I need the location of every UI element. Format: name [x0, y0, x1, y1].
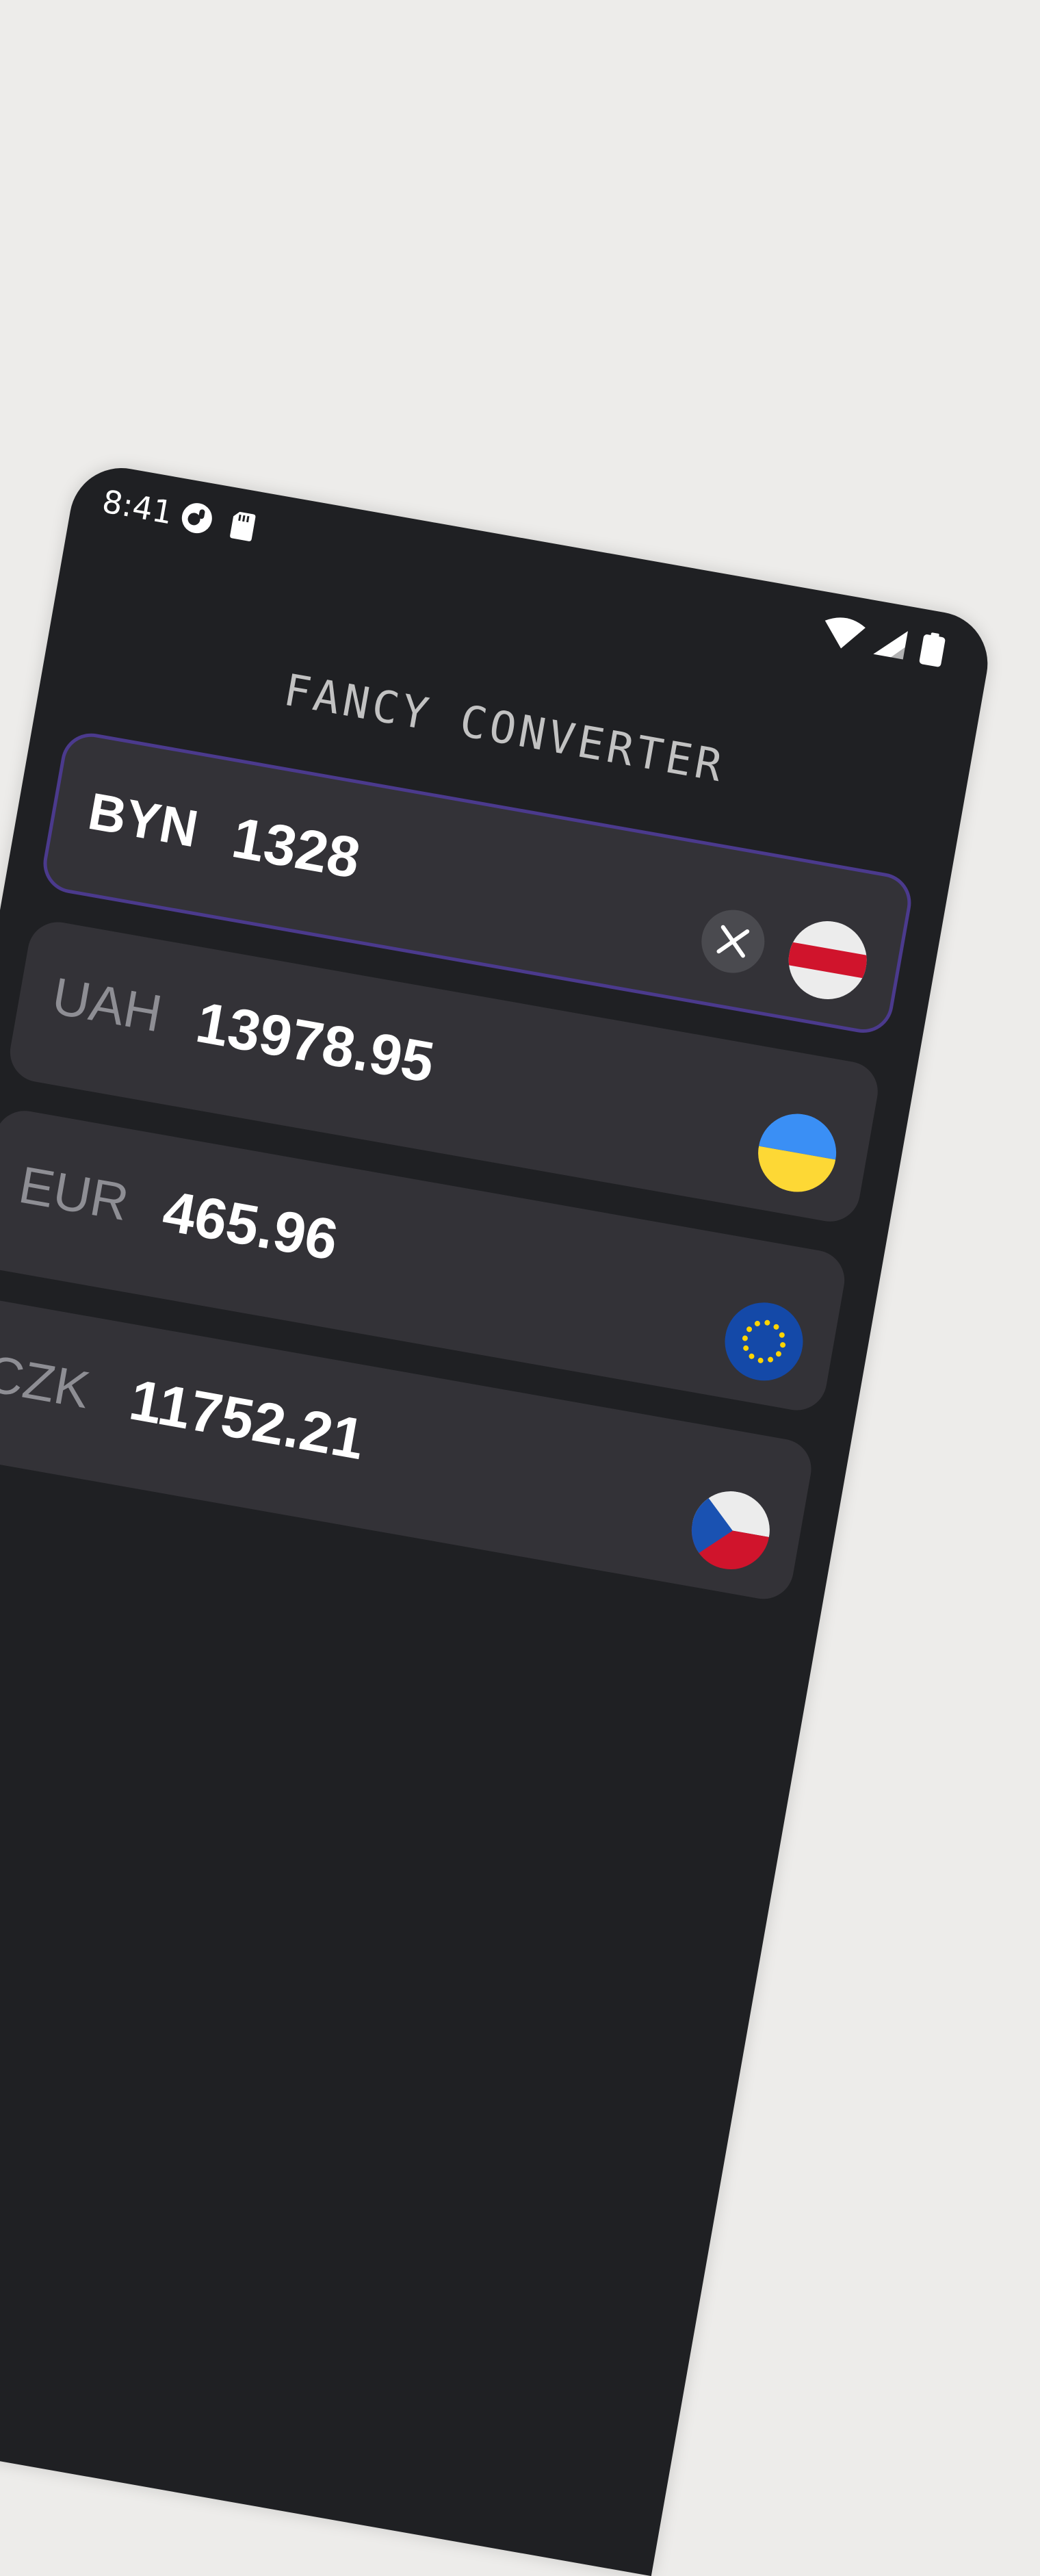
- status-indicators: [824, 617, 946, 667]
- currency-list: BYN 1328 UAH 13978.95 EUR 465.96 CZK 117…: [0, 728, 916, 1634]
- currency-code: EUR: [14, 1155, 133, 1233]
- signal-icon: [873, 631, 908, 660]
- clear-button[interactable]: [697, 905, 770, 978]
- currency-amount-input[interactable]: 1328: [227, 804, 365, 892]
- ukraine-flag-icon: [752, 1107, 843, 1198]
- close-icon: [716, 925, 750, 958]
- currency-amount-input[interactable]: 465.96: [158, 1178, 343, 1274]
- sd-card-icon: [230, 511, 256, 541]
- currency-amount-input[interactable]: 13978.95: [192, 989, 439, 1096]
- phone-screen: 8:41 FANCY CONVERTER BYN 1328 UAH 13978.…: [0, 460, 996, 2576]
- currency-amount-input[interactable]: 11752.21: [125, 1367, 369, 1473]
- currency-code: CZK: [0, 1344, 94, 1420]
- belarus-flag-icon: [782, 914, 873, 1006]
- czech-flag-icon: [685, 1485, 776, 1576]
- wifi-icon: [824, 617, 866, 649]
- currency-code: BYN: [83, 782, 203, 859]
- battery-icon: [919, 632, 946, 667]
- status-time: 8:41: [99, 482, 176, 532]
- currency-code: UAH: [48, 966, 166, 1044]
- app-notification-icon: [181, 503, 212, 534]
- eu-flag-icon: [718, 1296, 809, 1387]
